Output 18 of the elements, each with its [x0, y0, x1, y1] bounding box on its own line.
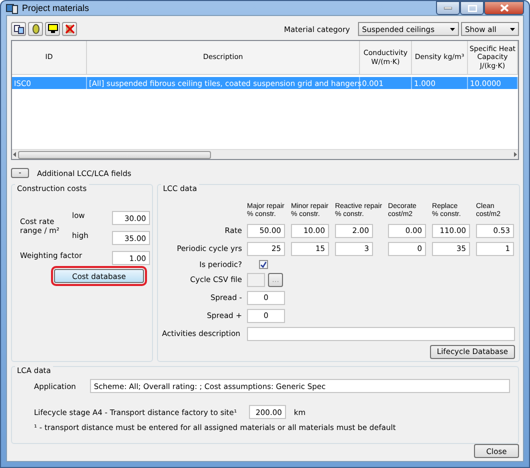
maximize-button[interactable]	[460, 1, 484, 15]
activities-field[interactable]	[247, 326, 515, 341]
close-icon[interactable]	[484, 1, 524, 15]
right-arrow-icon[interactable]	[514, 152, 517, 157]
window-title: Project materials	[22, 3, 90, 13]
horizontal-scrollbar[interactable]	[12, 149, 518, 159]
maximize-icon	[468, 4, 476, 12]
copy-icon[interactable]	[11, 22, 26, 36]
left-arrow-icon[interactable]	[13, 152, 16, 157]
leaf-icon[interactable]	[28, 22, 43, 36]
periodic-checkbox[interactable]	[259, 260, 268, 269]
csv-file-field[interactable]	[247, 272, 265, 287]
monitor-icon[interactable]	[45, 22, 60, 36]
minimize-button[interactable]	[436, 1, 460, 15]
minimize-icon	[444, 6, 452, 10]
caret-icon	[450, 28, 455, 30]
delete-icon[interactable]	[62, 22, 77, 36]
caret-icon	[510, 28, 515, 30]
